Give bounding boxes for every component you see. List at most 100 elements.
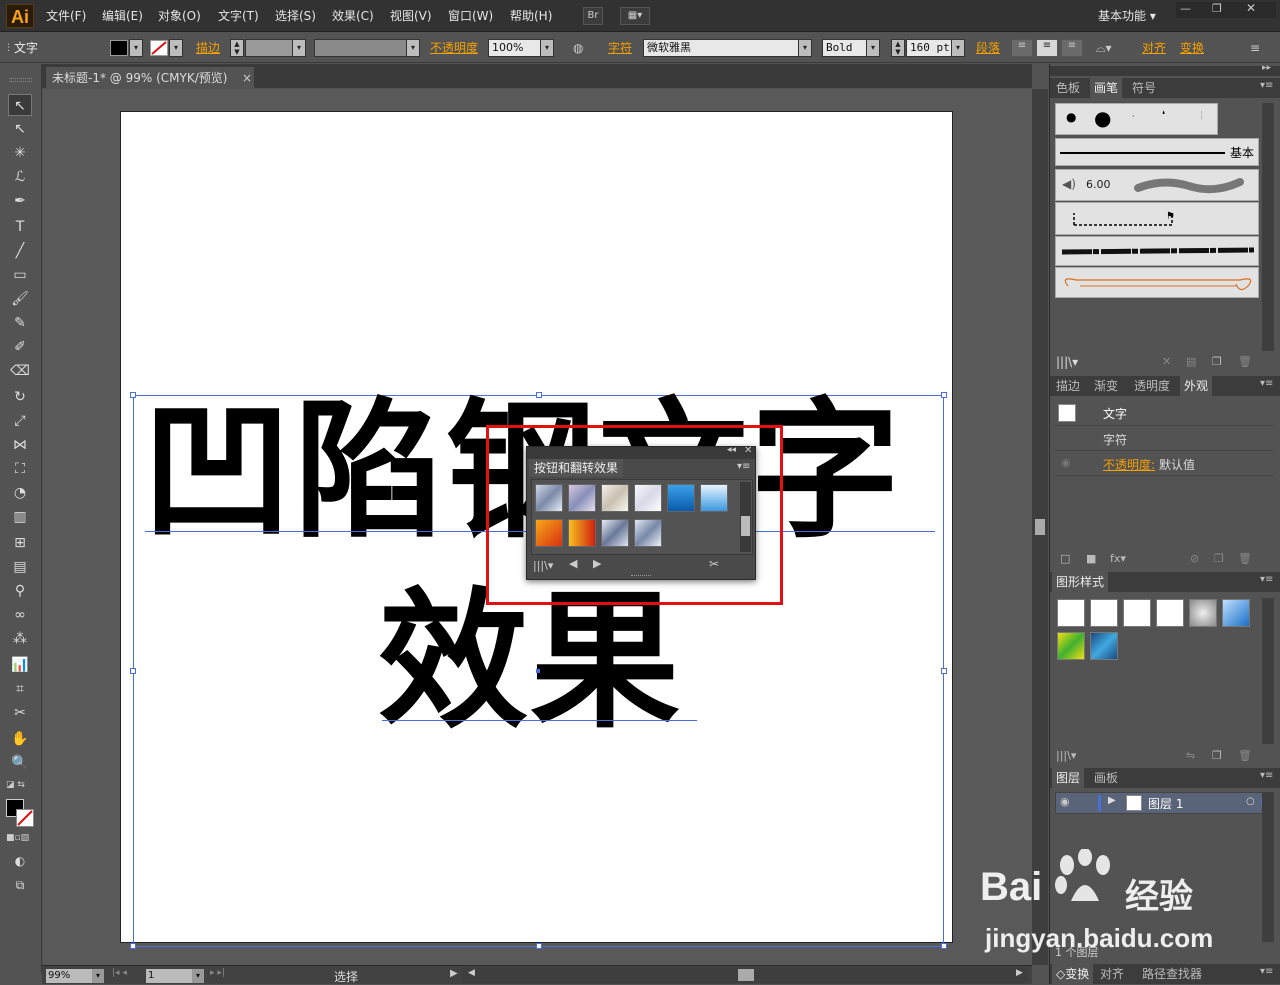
tab-layers[interactable]: 图层: [1052, 768, 1085, 788]
layer-expand-arrow-icon[interactable]: ▶: [1108, 795, 1116, 806]
zoom-field[interactable]: 99%: [46, 969, 92, 983]
duplicate-item-icon[interactable]: ❐: [1214, 552, 1224, 565]
brush-decorative[interactable]: [1055, 267, 1259, 298]
tab-appearance[interactable]: 外观: [1180, 376, 1213, 396]
selection-tool-icon[interactable]: ↖: [8, 94, 32, 116]
character-label[interactable]: 字符: [608, 33, 632, 63]
envelope-distort-icon[interactable]: ⌓▾: [1096, 33, 1112, 63]
eyedropper-tool-icon[interactable]: ⚲: [8, 580, 32, 602]
pen-tool-icon[interactable]: ✒: [8, 190, 32, 212]
graphic-style-strokes[interactable]: [1156, 599, 1184, 627]
first-artboard-icon[interactable]: |◂ ◂: [112, 968, 127, 978]
graphic-style-blue-glow[interactable]: [1222, 599, 1250, 627]
screen-mode-icon[interactable]: ⧉: [8, 874, 32, 896]
symbol-sprayer-tool-icon[interactable]: ⁂: [8, 628, 32, 650]
brush-art-chalk[interactable]: ◀) 6.00: [1055, 169, 1259, 201]
font-size-dropdown[interactable]: ▾: [951, 39, 965, 57]
layers-panel-menu-icon[interactable]: ▾≡: [1260, 770, 1273, 781]
tab-brushes[interactable]: 画笔: [1090, 78, 1123, 98]
handle-middle-right[interactable]: [941, 668, 947, 674]
column-graph-tool-icon[interactable]: 📊: [8, 654, 32, 676]
clear-appearance-icon[interactable]: ⊘: [1190, 552, 1199, 565]
arrange-documents-icon[interactable]: ▦▾: [620, 7, 650, 25]
stroke-weight-field[interactable]: [245, 39, 293, 57]
graphic-style-none[interactable]: [1090, 599, 1118, 627]
tab-align[interactable]: 对齐: [1096, 964, 1128, 984]
rotate-tool-icon[interactable]: ↻: [8, 386, 32, 408]
menu-help[interactable]: 帮助(H): [510, 0, 552, 32]
pencil-tool-icon[interactable]: ✎: [8, 312, 32, 334]
direct-selection-tool-icon[interactable]: ↖: [8, 118, 32, 140]
graphic-style-grey-shadow[interactable]: [1189, 599, 1217, 627]
free-transform-tool-icon[interactable]: ⛶: [8, 458, 32, 480]
variable-width-profile[interactable]: [314, 39, 408, 57]
close-icon[interactable]: ✕: [1246, 1, 1256, 15]
delete-brush-icon[interactable]: 🗑: [1238, 355, 1252, 368]
mesh-tool-icon[interactable]: ⊞: [8, 532, 32, 554]
type-tool-icon[interactable]: T: [8, 216, 32, 238]
dock-collapse-icon[interactable]: ▸▸: [1262, 63, 1271, 73]
tab-symbols[interactable]: 符号: [1128, 78, 1160, 98]
appearance-object-row[interactable]: 文字: [1055, 400, 1273, 426]
eraser-tool-icon[interactable]: ⌫: [8, 360, 32, 382]
brush-dot-large-icon[interactable]: ●: [1094, 106, 1111, 130]
default-colors-icon[interactable]: ◪ ⇆: [6, 780, 25, 790]
artboard-tool-icon[interactable]: ⌗: [8, 678, 32, 700]
horizontal-scrollbar[interactable]: ◀ ▶: [462, 967, 1028, 983]
stroke-label[interactable]: 描边: [196, 33, 220, 63]
menu-effect[interactable]: 效果(C): [332, 0, 374, 32]
zoom-tool-icon[interactable]: 🔍: [8, 752, 32, 774]
add-new-stroke-icon[interactable]: □: [1060, 552, 1070, 565]
magic-wand-tool-icon[interactable]: ✳: [8, 142, 32, 164]
rectangle-tool-icon[interactable]: ▭: [8, 264, 32, 286]
brush-dot-small-icon[interactable]: ●: [1066, 110, 1076, 124]
font-family-field[interactable]: 微软雅黑: [643, 39, 799, 57]
color-mode-buttons[interactable]: ■▫▨: [6, 833, 29, 843]
brushes-scrollbar[interactable]: [1262, 103, 1274, 351]
menu-select[interactable]: 选择(S): [275, 0, 316, 32]
align-center-icon[interactable]: ≡: [1036, 39, 1058, 57]
new-graphic-style-icon[interactable]: ❐: [1212, 749, 1222, 762]
font-size-stepper[interactable]: ▲ ▼: [891, 39, 905, 57]
align-left-icon[interactable]: ≡: [1011, 39, 1033, 57]
layer-target-icon[interactable]: ○: [1246, 796, 1255, 807]
workspace-switcher[interactable]: 基本功能 ▾: [1098, 0, 1156, 32]
minimize-icon[interactable]: —: [1180, 2, 1191, 15]
opacity-field[interactable]: 100%: [488, 39, 542, 57]
last-artboard-icon[interactable]: ▸ ▸|: [210, 968, 225, 978]
recolor-artwork-icon[interactable]: ◍: [573, 33, 583, 63]
graphic-style-green-yellow[interactable]: [1057, 632, 1085, 660]
stroke-weight-stepper[interactable]: ▲ ▼: [230, 39, 244, 57]
slice-tool-icon[interactable]: ✂: [8, 702, 32, 724]
fill-dropdown[interactable]: ▾: [129, 39, 143, 57]
menu-edit[interactable]: 编辑(E): [102, 0, 143, 32]
align-right-icon[interactable]: ≡: [1061, 39, 1083, 57]
layer-row[interactable]: ◉ ▶ 图层 1 ○: [1055, 792, 1273, 814]
blend-tool-icon[interactable]: ∞: [8, 604, 32, 626]
close-tab-icon[interactable]: ×: [242, 67, 252, 89]
add-new-fill-icon[interactable]: ■: [1086, 552, 1096, 565]
tab-stroke[interactable]: 描边: [1052, 376, 1084, 396]
brush-charcoal[interactable]: [1055, 236, 1259, 266]
brush-dot-tiny-icon[interactable]: ·: [1132, 112, 1135, 121]
handle-bottom-center[interactable]: [536, 943, 542, 949]
dock-header[interactable]: ▸▸: [1050, 63, 1280, 76]
stroke-color-box[interactable]: [16, 809, 34, 827]
brush-empty-icon[interactable]: ¦: [1200, 110, 1203, 121]
handle-top-left[interactable]: [130, 392, 136, 398]
menu-view[interactable]: 视图(V): [390, 0, 432, 32]
vertical-scroll-thumb[interactable]: [1035, 519, 1045, 535]
transform-panel-link[interactable]: 变换: [1180, 33, 1204, 63]
fill-swatch[interactable]: [110, 40, 128, 56]
handle-bottom-left[interactable]: [130, 943, 136, 949]
graphic-styles-menu-icon[interactable]: ▾≡: [1260, 574, 1273, 585]
width-tool-icon[interactable]: ⋈: [8, 434, 32, 456]
bridge-button[interactable]: Br: [583, 7, 603, 25]
blob-brush-tool-icon[interactable]: ✐: [8, 336, 32, 358]
horizontal-scroll-thumb[interactable]: [738, 969, 754, 981]
brushes-panel-menu-icon[interactable]: ▾≡: [1260, 80, 1273, 91]
stroke-weight-dropdown[interactable]: ▾: [292, 39, 306, 57]
document-tab[interactable]: 未标题-1* @ 99% (CMYK/预览) ×: [45, 66, 255, 88]
delete-item-icon[interactable]: 🗑: [1238, 552, 1252, 565]
menu-object[interactable]: 对象(O): [158, 0, 201, 32]
